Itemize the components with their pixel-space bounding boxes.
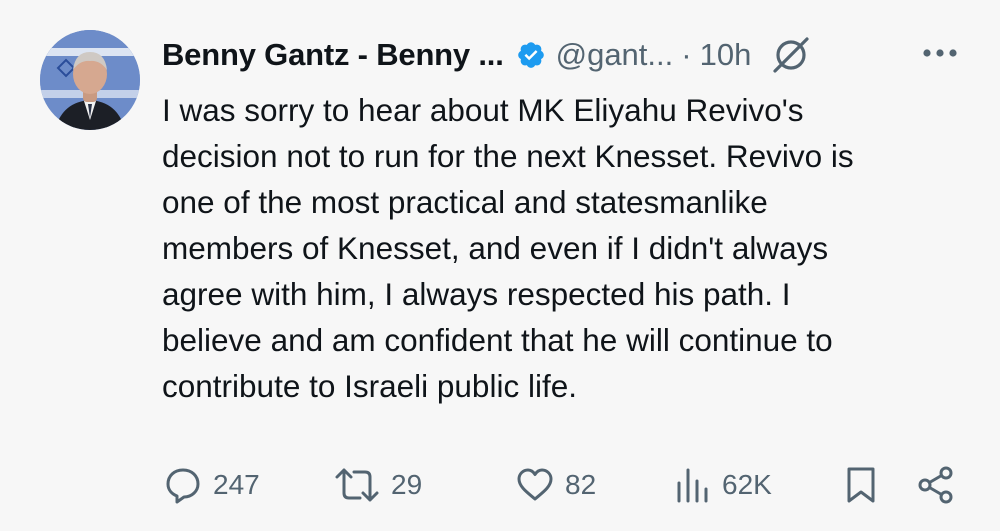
reply-count: 247: [213, 469, 260, 500]
heart-icon: [517, 468, 553, 501]
timestamp[interactable]: 10h: [700, 37, 752, 73]
bookmark-button[interactable]: [843, 465, 879, 505]
repost-count: 29: [391, 469, 423, 500]
more-icon[interactable]: [918, 38, 962, 68]
share-button[interactable]: [916, 465, 956, 505]
repost-icon: [335, 468, 379, 502]
action-bar: 247 29 82 62K: [0, 455, 1000, 515]
share-icon: [918, 466, 953, 504]
bookmark-icon: [847, 467, 875, 503]
author-name[interactable]: Benny Gantz - Benny ...: [162, 37, 504, 73]
reply-button[interactable]: 247: [163, 465, 260, 505]
like-count: 82: [565, 469, 597, 500]
verified-badge-icon: [516, 40, 546, 70]
profile-photo: [40, 30, 140, 130]
views-icon: [677, 468, 708, 503]
repost-button[interactable]: 29: [333, 465, 422, 505]
views-button[interactable]: 62K: [672, 465, 772, 505]
avatar[interactable]: [40, 30, 140, 130]
author-handle[interactable]: @gant...: [556, 37, 674, 73]
like-button[interactable]: 82: [515, 465, 596, 505]
separator-dot: ·: [681, 37, 692, 72]
tweet: Benny Gantz - Benny ... @gant... · 10h I…: [0, 0, 1000, 531]
reply-icon: [166, 468, 200, 504]
tweet-header: Benny Gantz - Benny ... @gant... · 10h: [162, 30, 811, 80]
view-count: 62K: [722, 469, 772, 500]
tweet-text: I was sorry to hear about MK Eliyahu Rev…: [162, 92, 854, 404]
grok-icon[interactable]: [771, 35, 811, 75]
